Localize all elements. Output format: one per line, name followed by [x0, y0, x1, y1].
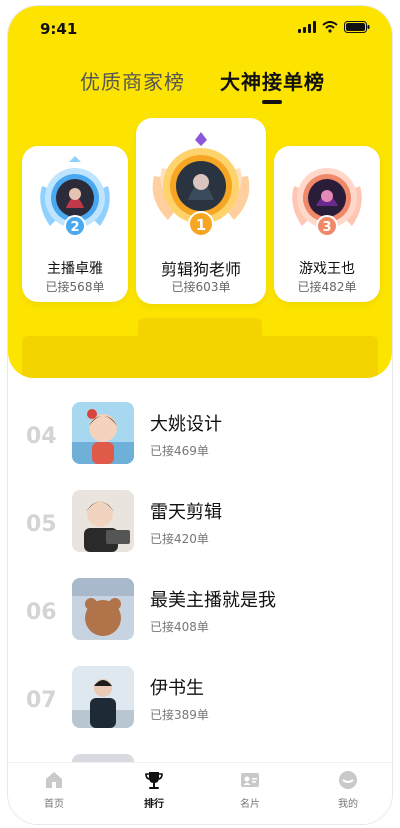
avatar [72, 402, 134, 464]
rank-number-second: 2 [70, 220, 79, 235]
rank-number-first: 1 [196, 216, 206, 234]
podium-name-second: 主播卓雅 [47, 261, 103, 277]
list-rank: 06 [26, 600, 57, 625]
list-item[interactable]: 07 伊书生 已接389单 [8, 666, 392, 752]
podium-card-third[interactable]: 3 游戏王也 已接482单 [274, 146, 380, 302]
bottom-nav: 首页 排行 名片 我的 [8, 762, 392, 824]
podium-count-second: 已接568单 [45, 280, 105, 294]
podium-name-third: 游戏王也 [299, 261, 355, 277]
list-count: 已接389单 [150, 708, 209, 722]
list-count: 已接420单 [150, 532, 209, 546]
list-rank: 05 [26, 512, 57, 537]
card-icon [241, 773, 259, 787]
list-name: 最美主播就是我 [150, 590, 276, 611]
nav-card[interactable]: 名片 [220, 769, 280, 810]
list-item[interactable]: 05 雷天剪辑 已接420单 [8, 490, 392, 576]
rank-badge-first: 1 [146, 130, 256, 240]
signal-icon [298, 21, 316, 33]
podium-name-first: 剪辑狗老师 [160, 260, 241, 279]
tab-merchant-ranking[interactable]: 优质商家榜 [80, 66, 185, 95]
podium-card-second[interactable]: 2 主播卓雅 已接568单 [22, 146, 128, 302]
list-item[interactable]: 06 最美主播就是我 已接408单 [8, 578, 392, 664]
avatar [72, 578, 134, 640]
list-rank: 07 [26, 688, 57, 713]
nav-mine-label: 我的 [338, 799, 358, 810]
ranking-tabs: 优质商家榜 大神接单榜 [8, 66, 392, 106]
nav-home-label: 首页 [44, 799, 64, 810]
avatar [72, 666, 134, 728]
podium-count-third: 已接482单 [297, 280, 357, 294]
podium-count-first: 已接603单 [171, 280, 231, 294]
list-count: 已接469单 [150, 444, 209, 458]
nav-ranking-label: 排行 [144, 799, 164, 810]
nav-ranking[interactable]: 排行 [124, 769, 184, 810]
home-icon [46, 772, 62, 788]
list-name: 雷天剪辑 [150, 502, 222, 523]
nav-mine[interactable]: 我的 [318, 769, 378, 810]
phone-screen: 9:41 优质商家榜 大神接单榜 2 主播卓雅 已接568单 1 剪辑狗老师 已… [8, 6, 392, 824]
battery-icon [344, 21, 370, 33]
status-time: 9:41 [40, 20, 78, 38]
rank-number-third: 3 [322, 220, 331, 235]
rank-badge-second: 2 [36, 156, 114, 246]
wifi-icon [322, 21, 338, 33]
podium-center-step [138, 318, 262, 358]
list-item[interactable]: 04 大姚设计 已接469单 [8, 402, 392, 488]
active-tab-indicator [262, 100, 282, 104]
list-name: 伊书生 [150, 678, 204, 699]
nav-home[interactable]: 首页 [24, 769, 84, 810]
profile-icon [339, 771, 357, 789]
list-count: 已接408单 [150, 620, 209, 634]
status-bar: 9:41 [8, 6, 392, 50]
avatar [72, 490, 134, 552]
podium-card-first[interactable]: 1 剪辑狗老师 已接603单 [136, 118, 266, 304]
ranking-header: 9:41 优质商家榜 大神接单榜 2 主播卓雅 已接568单 1 剪辑狗老师 已… [8, 6, 392, 378]
tab-expert-ranking[interactable]: 大神接单榜 [220, 66, 325, 95]
trophy-icon [145, 772, 163, 789]
rank-badge-third: 3 [288, 156, 366, 246]
list-rank: 04 [26, 424, 57, 449]
list-name: 大姚设计 [150, 414, 222, 435]
nav-card-label: 名片 [240, 799, 260, 810]
status-icons [298, 21, 370, 33]
